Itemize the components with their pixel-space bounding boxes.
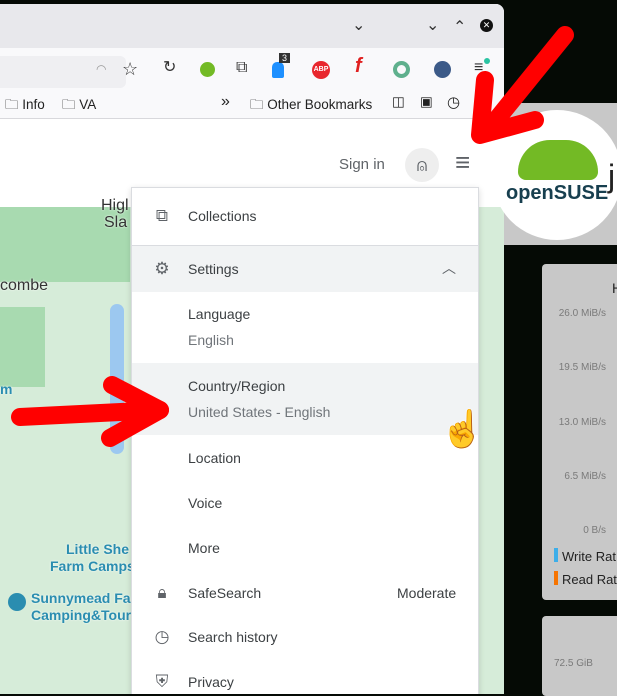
hand-cursor-icon: ☝	[440, 408, 485, 449]
annotation-arrows	[11, 26, 574, 447]
